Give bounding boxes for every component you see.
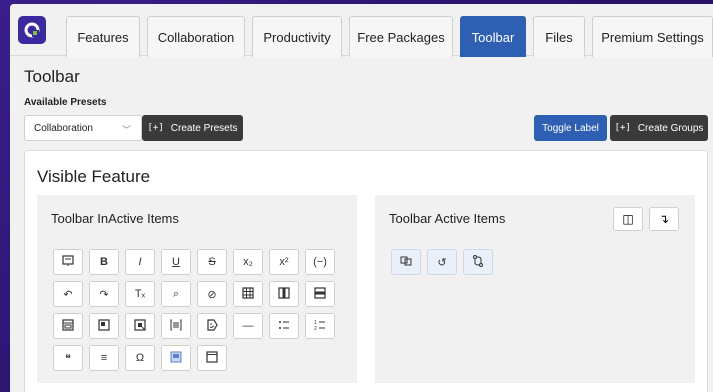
horizontal-rule-button[interactable]: — bbox=[233, 313, 263, 339]
plus-box-icon: [+] bbox=[147, 123, 164, 133]
tab-features[interactable]: Features bbox=[66, 16, 140, 57]
inactive-items-title: Toolbar InActive Items bbox=[51, 211, 179, 226]
undo-button[interactable]: ↶ bbox=[53, 281, 83, 307]
toggle-label-text: Toggle Label bbox=[542, 122, 599, 134]
media-icon bbox=[133, 318, 147, 335]
create-groups-label: Create Groups bbox=[637, 122, 704, 134]
strikethrough-button[interactable]: S bbox=[197, 249, 227, 275]
align-center-button[interactable]: ≡ bbox=[89, 345, 119, 371]
arrow-down-icon: ↴ bbox=[658, 212, 670, 226]
tab-bar: Features Collaboration Productivity Free… bbox=[10, 4, 713, 57]
undo-icon: ↶ bbox=[63, 288, 73, 301]
tab-collaboration[interactable]: Collaboration bbox=[147, 16, 245, 57]
align-center-icon: ≡ bbox=[100, 352, 108, 364]
visible-feature-card: Visible Feature Toolbar InActive Items B… bbox=[24, 150, 708, 392]
window-button[interactable] bbox=[197, 345, 227, 371]
clear-format-button[interactable]: Tₓ bbox=[125, 281, 155, 307]
underline-button[interactable]: U bbox=[161, 249, 191, 275]
svg-text:2: 2 bbox=[314, 326, 317, 332]
app-frame: Features Collaboration Productivity Free… bbox=[10, 4, 713, 392]
app-logo-icon[interactable] bbox=[18, 16, 46, 44]
copy-format-icon bbox=[399, 254, 413, 271]
presets-select-value: Collaboration bbox=[34, 122, 93, 134]
table-column-button[interactable] bbox=[269, 281, 299, 307]
link-icon: ⊘ bbox=[207, 288, 217, 301]
split-view-button[interactable]: ◫ bbox=[613, 207, 643, 231]
bullet-list-icon bbox=[277, 318, 291, 335]
table-icon bbox=[241, 286, 255, 303]
media-button[interactable] bbox=[125, 313, 155, 339]
special-character-icon: Ω bbox=[135, 352, 145, 364]
image-icon bbox=[61, 318, 75, 335]
table-row-button[interactable] bbox=[305, 281, 335, 307]
table-button[interactable] bbox=[233, 281, 263, 307]
tab-productivity[interactable]: Productivity bbox=[252, 16, 342, 57]
tab-toolbar[interactable]: Toolbar bbox=[460, 16, 526, 57]
visible-feature-title: Visible Feature bbox=[37, 167, 151, 186]
comment-icon bbox=[61, 254, 75, 271]
presets-select[interactable]: Collaboration ﹀ bbox=[24, 115, 142, 141]
subscript-icon: x₂ bbox=[243, 256, 253, 268]
create-presets-label: Create Presets bbox=[170, 122, 238, 134]
redo-icon: ↷ bbox=[99, 288, 109, 301]
bold-icon: B bbox=[100, 256, 108, 268]
inactive-items-panel: Toolbar InActive Items B I U Sx₂ x² (−) ↶ ↷ Tₓ ⌕ ⊘… bbox=[37, 195, 357, 383]
embed-icon bbox=[169, 350, 183, 367]
tab-free-packages[interactable]: Free Packages bbox=[349, 16, 453, 57]
create-presets-button[interactable]: [+] Create Presets bbox=[142, 115, 243, 141]
tab-premium-settings[interactable]: Premium Settings bbox=[592, 16, 713, 57]
track-changes-icon bbox=[471, 254, 485, 271]
horizontal-rule-icon: — bbox=[242, 320, 254, 332]
track-changes-button[interactable] bbox=[463, 249, 493, 275]
image-button[interactable] bbox=[53, 313, 83, 339]
clear-format-icon: Tₓ bbox=[134, 288, 146, 300]
align-block-icon bbox=[169, 318, 183, 335]
template-icon bbox=[97, 318, 111, 335]
emoji-button[interactable] bbox=[197, 313, 227, 339]
history-icon: ↺ bbox=[437, 256, 447, 269]
active-items-title: Toolbar Active Items bbox=[389, 211, 506, 226]
table-column-icon bbox=[277, 286, 291, 303]
superscript-button[interactable]: x² bbox=[269, 249, 299, 275]
blockquote-icon: ❝ bbox=[65, 352, 71, 365]
find-replace-icon: ⌕ bbox=[172, 287, 180, 300]
template-button[interactable] bbox=[89, 313, 119, 339]
page-title: Toolbar bbox=[24, 67, 80, 86]
window-icon bbox=[205, 350, 219, 367]
code-inline-button[interactable]: (−) bbox=[305, 249, 335, 275]
numbered-list-button[interactable]: 12 bbox=[305, 313, 335, 339]
special-character-button[interactable]: Ω bbox=[125, 345, 155, 371]
bold-button[interactable]: B bbox=[89, 249, 119, 275]
active-items-panel: Toolbar Active Items ◫ ↴ ↺ bbox=[375, 195, 695, 383]
table-row-icon bbox=[313, 286, 327, 303]
italic-button[interactable]: I bbox=[125, 249, 155, 275]
comment-button[interactable] bbox=[53, 249, 83, 275]
numbered-list-icon: 12 bbox=[313, 318, 327, 335]
split-view-icon: ◫ bbox=[622, 212, 634, 226]
subscript-button[interactable]: x₂ bbox=[233, 249, 263, 275]
chevron-down-icon: ﹀ bbox=[121, 125, 131, 135]
emoji-icon bbox=[205, 318, 219, 335]
italic-icon: I bbox=[138, 256, 142, 268]
plus-box-icon: [+] bbox=[614, 123, 631, 133]
link-button[interactable]: ⊘ bbox=[197, 281, 227, 307]
strikethrough-icon: S bbox=[208, 256, 216, 268]
bullet-list-button[interactable] bbox=[269, 313, 299, 339]
underline-icon: U bbox=[172, 256, 180, 268]
blockquote-button[interactable]: ❝ bbox=[53, 345, 83, 371]
align-block-button[interactable] bbox=[161, 313, 191, 339]
toggle-label-button[interactable]: Toggle Label bbox=[534, 115, 607, 141]
embed-button[interactable] bbox=[161, 345, 191, 371]
redo-button[interactable]: ↷ bbox=[89, 281, 119, 307]
history-button[interactable]: ↺ bbox=[427, 249, 457, 275]
copy-format-button[interactable] bbox=[391, 249, 421, 275]
code-inline-icon: (−) bbox=[313, 256, 327, 268]
sort-down-button[interactable]: ↴ bbox=[649, 207, 679, 231]
superscript-icon: x² bbox=[279, 256, 289, 268]
tab-files[interactable]: Files bbox=[533, 16, 585, 57]
presets-label: Available Presets bbox=[24, 97, 107, 108]
create-groups-button[interactable]: [+] Create Groups bbox=[610, 115, 708, 141]
find-replace-button[interactable]: ⌕ bbox=[161, 281, 191, 307]
